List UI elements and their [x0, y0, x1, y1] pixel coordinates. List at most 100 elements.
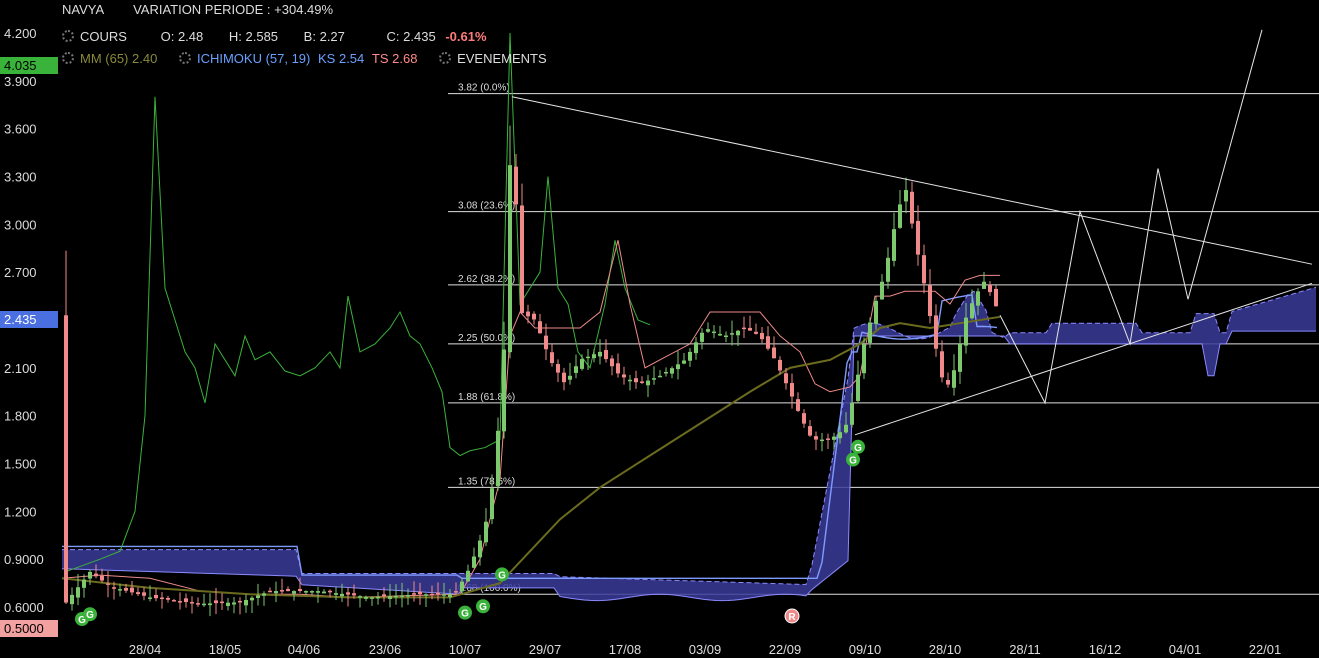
low-value: 2.27	[319, 29, 345, 44]
candle-body	[532, 313, 536, 320]
candle-body	[184, 598, 188, 603]
event-marker-letter: G	[498, 570, 506, 581]
y-tick-label: 4.200	[4, 26, 37, 41]
candle-body	[988, 284, 992, 293]
x-tick-label: 28/04	[129, 642, 162, 657]
event-marker-letter: G	[849, 456, 857, 467]
event-marker-letter: G	[479, 602, 487, 613]
open-label: O:	[160, 29, 175, 44]
candle-body	[736, 330, 740, 336]
candle-body	[652, 378, 656, 380]
ks-value: 2.54	[338, 51, 365, 66]
change-value: -0.61%	[445, 29, 487, 44]
price-chart[interactable]: 4.2003.9003.6003.3003.0002.7002.4002.100…	[0, 0, 1319, 658]
x-tick-label: 22/01	[1249, 642, 1282, 657]
candle-body	[826, 438, 830, 440]
candle-body	[70, 594, 74, 605]
candle-body	[670, 368, 674, 374]
chikou-line	[64, 32, 651, 573]
candle-body	[976, 291, 980, 306]
y-tick-label: 1.200	[4, 504, 37, 519]
variation-label: VARIATION PERIODE : +304.49%	[133, 2, 334, 17]
candle-body	[202, 603, 206, 606]
y-tick-label: 2.100	[4, 361, 37, 376]
candle-body	[316, 591, 320, 593]
x-tick-label: 28/11	[1009, 642, 1041, 657]
x-tick-label: 22/09	[769, 642, 802, 657]
candle-body	[154, 594, 158, 599]
candle-body	[466, 570, 470, 582]
y-tick-label: 3.000	[4, 217, 37, 232]
candle-body	[484, 521, 488, 543]
candle-body	[556, 364, 560, 373]
gear-icon[interactable]	[178, 52, 191, 64]
x-tick-label: 28/10	[929, 642, 962, 657]
close-label: C:	[386, 29, 400, 44]
candle-body	[226, 602, 230, 606]
candle-body	[322, 591, 326, 594]
candle-body	[940, 351, 944, 378]
candle-body	[400, 595, 404, 597]
ichimoku-kijun-line	[62, 294, 998, 579]
candle-body	[514, 166, 518, 205]
mm-label[interactable]: MM (65)	[80, 51, 128, 66]
mm-value: 2.40	[132, 51, 158, 66]
candle-body	[934, 315, 938, 349]
candle-body	[262, 593, 266, 596]
candle-body	[880, 281, 884, 300]
y-tick-label: 3.900	[4, 74, 37, 89]
candle-body	[952, 370, 956, 388]
candle-body	[364, 596, 368, 599]
candle-body	[946, 380, 950, 385]
candle-body	[814, 436, 818, 440]
candle-body	[568, 375, 572, 380]
cours-label[interactable]: COURS	[80, 29, 127, 44]
event-marker-letter: G	[854, 443, 862, 454]
candle-body	[280, 590, 284, 592]
candle-body	[352, 593, 356, 596]
candle-body	[694, 342, 698, 354]
candle-body	[238, 600, 242, 603]
candle-body	[268, 590, 272, 593]
candle-body	[928, 285, 932, 317]
candle-body	[754, 331, 758, 334]
candle-body	[856, 374, 860, 401]
candle-body	[88, 571, 92, 579]
tenkan-line	[61, 240, 1000, 598]
candle-body	[286, 588, 290, 592]
candle-body	[190, 602, 194, 604]
candle-body	[616, 363, 620, 374]
candle-body	[634, 378, 638, 383]
candle-body	[550, 352, 554, 364]
gear-icon[interactable]	[439, 52, 452, 64]
y-tick-label: 3.300	[4, 170, 37, 185]
candle-body	[148, 597, 152, 599]
open-value: 2.48	[177, 29, 204, 44]
trend-line-resistance	[511, 96, 1313, 265]
x-tick-label: 16/12	[1089, 642, 1122, 657]
gear-icon[interactable]	[62, 30, 74, 42]
events-label[interactable]: EVENEMENTS	[457, 51, 547, 66]
candle-body	[622, 374, 626, 378]
candle-body	[676, 364, 680, 370]
candle-body	[298, 588, 302, 592]
fibonacci-label: 2.25 (50.0%)	[458, 333, 515, 344]
candle-body	[166, 597, 170, 600]
candle-body	[520, 205, 524, 314]
ichimoku-label[interactable]: ICHIMOKU (57, 19)	[197, 51, 310, 66]
candle-body	[784, 373, 788, 384]
y-tick-label: 2.700	[4, 265, 37, 280]
current-price-marker: 2.435	[0, 311, 58, 328]
gear-icon[interactable]	[62, 52, 74, 64]
candle-body	[376, 596, 380, 599]
y-tick-label: 0.9000	[4, 552, 44, 567]
candle-body	[910, 191, 914, 224]
ts-label: TS	[371, 51, 389, 66]
x-tick-label: 04/01	[1169, 642, 1202, 657]
candle-body	[340, 593, 344, 597]
candle-body	[538, 321, 542, 334]
x-tick-label: 09/10	[849, 642, 882, 657]
candle-body	[460, 581, 464, 592]
candle-body	[586, 356, 590, 359]
candle-body	[382, 594, 386, 597]
